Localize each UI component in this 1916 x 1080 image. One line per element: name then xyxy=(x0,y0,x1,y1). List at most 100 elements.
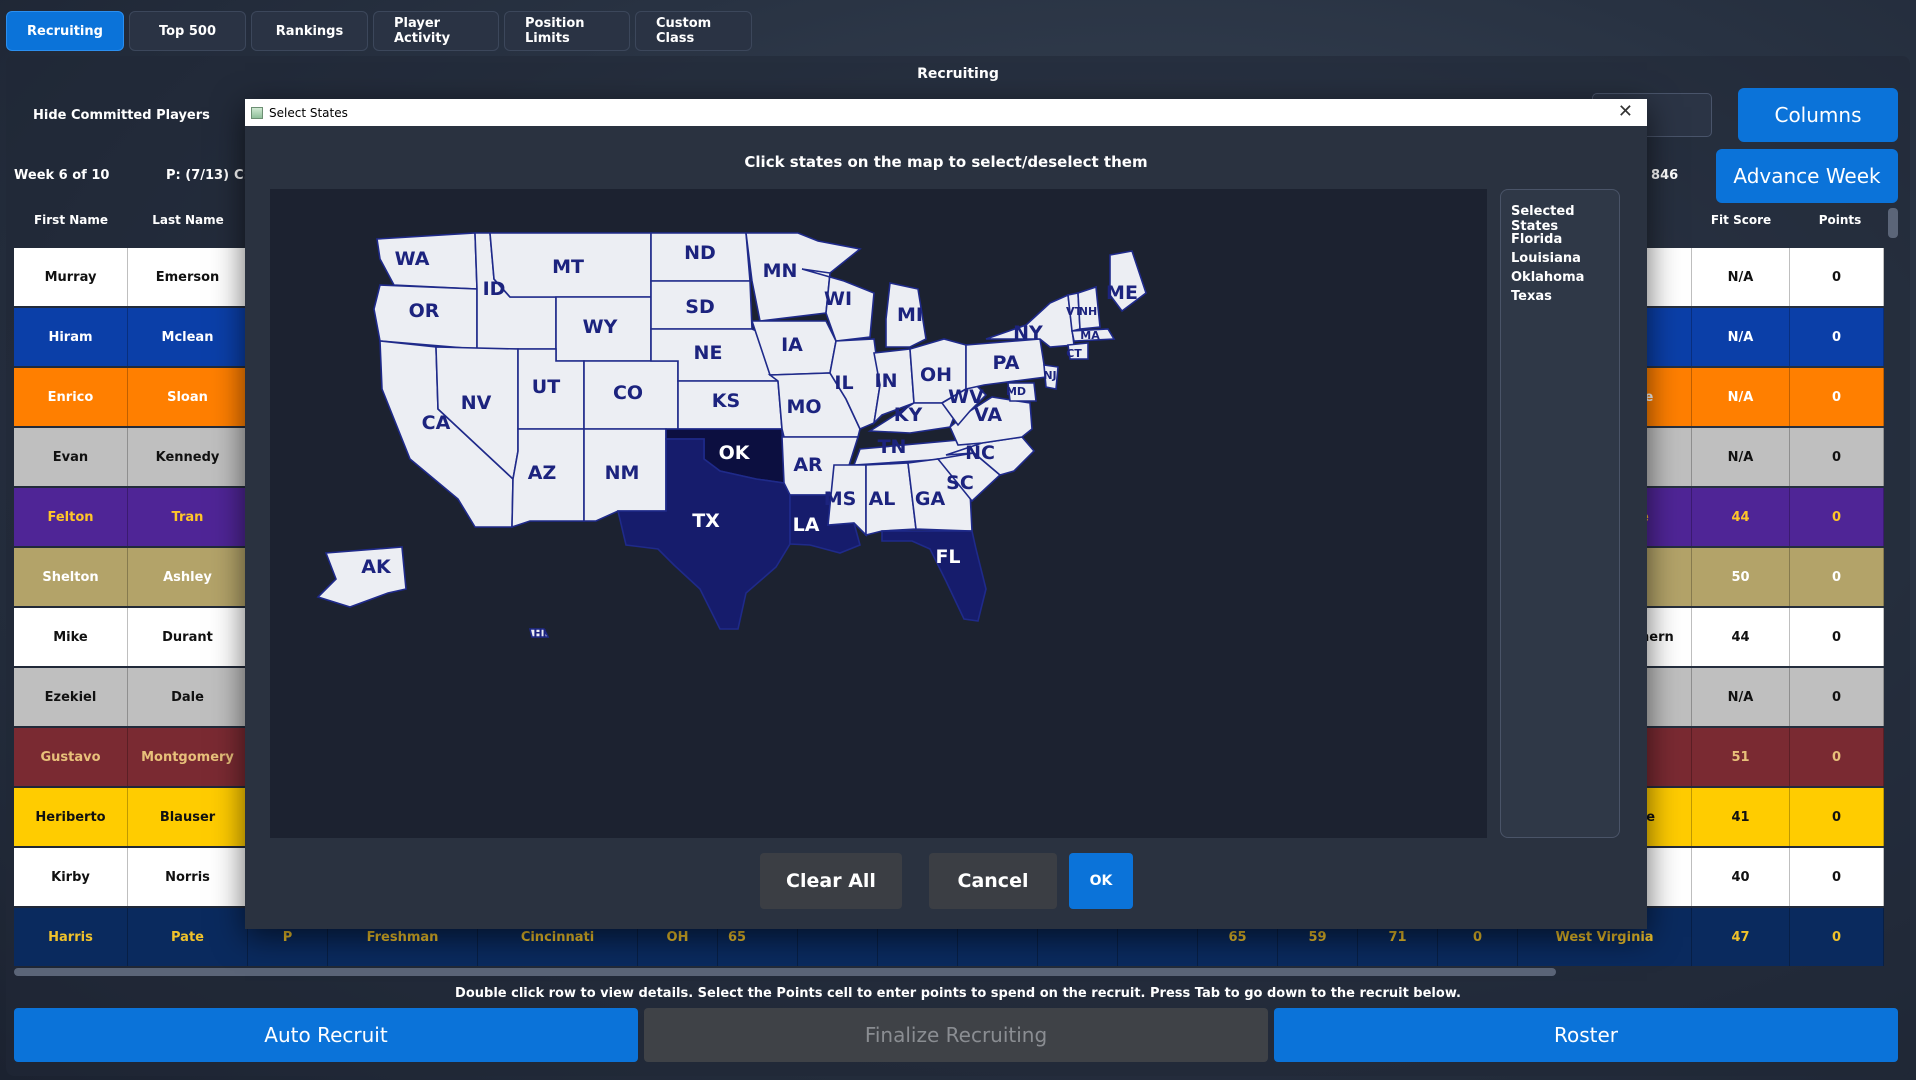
cell-school-partial xyxy=(1640,728,1692,786)
positions-label: P: (7/13) xyxy=(166,168,230,183)
state-label-nm: NM xyxy=(605,462,640,484)
columns-button[interactable]: Columns xyxy=(1738,88,1898,142)
advance-week-button[interactable]: Advance Week xyxy=(1716,149,1898,203)
cell-school-partial xyxy=(1640,668,1692,726)
clear-all-button[interactable]: Clear All xyxy=(760,853,902,909)
state-label-ks: KS xyxy=(712,390,740,412)
state-label-co: CO xyxy=(613,382,643,404)
state-label-mn: MN xyxy=(763,260,798,282)
cell-points[interactable]: 0 xyxy=(1790,368,1884,426)
tab-player-activity[interactable]: Player Activity xyxy=(373,11,499,51)
cell-first-name: Hiram xyxy=(14,308,128,366)
finalize-recruiting-button[interactable]: Finalize Recruiting xyxy=(644,1008,1268,1062)
state-label-wa: WA xyxy=(395,248,430,270)
cell-fit-score: 50 xyxy=(1692,548,1790,606)
state-label-ga: GA xyxy=(915,488,946,510)
selected-state-item: Oklahoma xyxy=(1511,270,1585,285)
header-first-name[interactable]: First Name xyxy=(14,213,128,227)
cell-points[interactable]: 0 xyxy=(1790,428,1884,486)
state-label-nj: NJ xyxy=(1043,369,1056,382)
cell-last-name: Tran xyxy=(128,488,248,546)
cell-points[interactable]: 0 xyxy=(1790,488,1884,546)
header-points[interactable]: Points xyxy=(1790,213,1890,227)
cell-school-partial xyxy=(1640,548,1692,606)
cell-first-name: Enrico xyxy=(14,368,128,426)
state-label-pa: PA xyxy=(993,352,1020,374)
cell-points[interactable]: 0 xyxy=(1790,308,1884,366)
tab-top-500[interactable]: Top 500 xyxy=(129,11,246,51)
cell-fit-score: N/A xyxy=(1692,248,1790,306)
hide-committed-toggle[interactable]: Hide Committed Players xyxy=(33,108,210,123)
cell-points[interactable]: 0 xyxy=(1790,608,1884,666)
cell-points[interactable]: 0 xyxy=(1790,548,1884,606)
state-label-fl: FL xyxy=(935,546,960,568)
window-icon xyxy=(251,106,263,119)
state-label-il: IL xyxy=(834,372,853,394)
state-label-wv: WV xyxy=(948,386,984,408)
state-label-ky: KY xyxy=(894,404,923,426)
cell-fit-score: N/A xyxy=(1692,308,1790,366)
map-instruction: Click states on the map to select/desele… xyxy=(744,153,1148,171)
cell-first-name: Gustavo xyxy=(14,728,128,786)
dialog-title-bar: Select States ✕ xyxy=(245,99,1647,126)
state-label-hi: HI xyxy=(533,627,546,640)
cell-fit-score: 51 xyxy=(1692,728,1790,786)
state-label-ca: CA xyxy=(422,412,451,434)
tab-recruiting[interactable]: Recruiting xyxy=(6,11,124,51)
cell-school-partial xyxy=(1640,428,1692,486)
state-label-ar: AR xyxy=(793,454,823,476)
horizontal-scrollbar[interactable] xyxy=(14,968,1556,976)
state-label-tx: TX xyxy=(692,510,720,532)
state-label-ms: MS xyxy=(824,488,857,510)
close-icon[interactable]: ✕ xyxy=(1618,101,1633,122)
cell-fit-score: N/A xyxy=(1692,668,1790,726)
cell-first-name: Felton xyxy=(14,488,128,546)
header-last-name[interactable]: Last Name xyxy=(128,213,248,227)
state-fl[interactable] xyxy=(881,530,987,622)
ok-button[interactable]: OK xyxy=(1069,853,1133,909)
state-label-nc: NC xyxy=(965,442,995,464)
selected-state-item: Louisiana xyxy=(1511,251,1581,266)
state-label-ia: IA xyxy=(781,334,803,356)
cell-school-partial xyxy=(1640,308,1692,366)
dialog-title: Select States xyxy=(269,105,348,120)
state-label-me: ME xyxy=(1106,282,1138,304)
tab-custom-class[interactable]: Custom Class xyxy=(635,11,752,51)
cancel-button[interactable]: Cancel xyxy=(929,853,1057,909)
cell-last-name: Emerson xyxy=(128,248,248,306)
selected-states-title: Selected States xyxy=(1511,204,1575,234)
auto-recruit-button[interactable]: Auto Recruit xyxy=(14,1008,638,1062)
roster-button[interactable]: Roster xyxy=(1274,1008,1898,1062)
cell-first-name: Ezekiel xyxy=(14,668,128,726)
state-label-ak: AK xyxy=(361,556,392,578)
cell-points[interactable]: 0 xyxy=(1790,728,1884,786)
cell-fit-score: 44 xyxy=(1692,488,1790,546)
cell-points[interactable]: 0 xyxy=(1790,248,1884,306)
cell-points[interactable]: 0 xyxy=(1790,788,1884,846)
cell-points[interactable]: 0 xyxy=(1790,668,1884,726)
selected-state-item: Florida xyxy=(1511,232,1563,247)
cell-school-partial: le xyxy=(1640,368,1692,426)
cell-last-name: Norris xyxy=(128,848,248,906)
state-label-ma: MA xyxy=(1080,329,1100,342)
state-label-in: IN xyxy=(875,370,898,392)
header-fit-score[interactable]: Fit Score xyxy=(1692,213,1790,227)
state-label-nv: NV xyxy=(461,392,492,414)
cell-last-name: Mclean xyxy=(128,308,248,366)
cell-points[interactable]: 0 xyxy=(1790,908,1884,966)
cell-first-name: Shelton xyxy=(14,548,128,606)
state-label-id: ID xyxy=(483,278,506,300)
state-label-wi: WI xyxy=(824,288,852,310)
page-title: Recruiting xyxy=(917,66,999,82)
top-tab-bar: Recruiting Top 500 Rankings Player Activ… xyxy=(6,11,752,51)
state-label-mi: MI xyxy=(897,304,923,326)
tab-position-limits[interactable]: Position Limits xyxy=(504,11,630,51)
cell-first-name: Evan xyxy=(14,428,128,486)
cell-last-name: Blauser xyxy=(128,788,248,846)
footer-hint: Double click row to view details. Select… xyxy=(455,986,1461,1001)
tab-rankings[interactable]: Rankings xyxy=(251,11,368,51)
cell-last-name: Ashley xyxy=(128,548,248,606)
vertical-scrollbar[interactable] xyxy=(1888,208,1898,238)
cell-points[interactable]: 0 xyxy=(1790,848,1884,906)
week-label: Week 6 of 10 xyxy=(14,168,110,183)
